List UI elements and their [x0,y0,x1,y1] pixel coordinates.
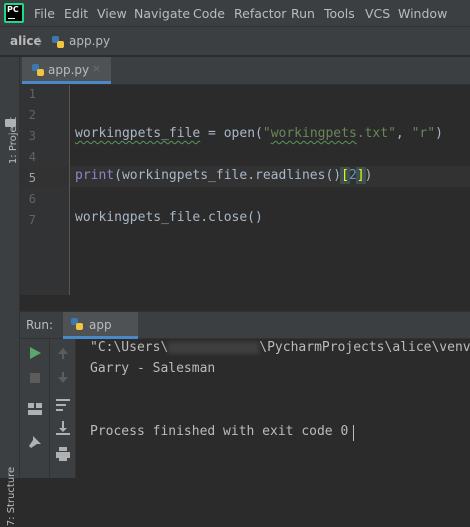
pin-tab-icon[interactable] [28,435,42,449]
code-separator: , [395,126,412,141]
console-line-exit: Process finished with exit code 0 [90,424,349,439]
code-function: open( [223,126,263,141]
code-string: "r" [411,126,436,141]
console-path-end: \PycharmProjects\alice\venv [259,340,470,355]
menu-refactor[interactable]: Refactor [234,6,286,21]
editor-bottom-area [20,295,470,312]
console-line-command: "C:\Users\ \PycharmProjects\alice\venv [90,340,470,355]
console-line-output: Garry - Salesman [90,361,216,376]
code-line-3: workingpets_file = open("workingpets.txt… [75,126,443,141]
scroll-to-end-icon[interactable] [56,421,70,435]
code-paren: ) [435,126,443,141]
menu-run[interactable]: Run [291,6,315,21]
line-number: 7 [28,213,36,227]
line-number: 3 [28,129,36,143]
gutter-divider [69,85,70,295]
code-line-7: workingpets_file.close() [75,210,263,225]
code-number: 2 [348,168,357,183]
console-path-start: "C:\Users\ [90,340,169,355]
menu-window[interactable]: Window [398,6,447,21]
project-tool-button[interactable]: 1: Project [2,117,19,165]
pycharm-logo-icon: PC [4,3,24,23]
line-number: 5 [28,171,36,185]
line-number: 6 [28,192,36,206]
menu-file[interactable]: File [34,6,55,21]
breadcrumb-file[interactable]: app.py [69,34,110,48]
menu-vcs[interactable]: VCS [365,6,390,21]
editor-tab-label: app.py [48,63,90,77]
code-editor[interactable] [70,85,470,295]
up-arrow-icon[interactable] [57,347,69,359]
code-string: "workingpets.txt" [262,126,396,141]
breadcrumb-separator-icon: 〉 [37,35,50,49]
rerun-icon[interactable] [29,347,41,359]
tab-close-icon[interactable]: × [92,62,101,75]
print-icon[interactable] [56,447,70,461]
code-string-typo: workingpets [270,126,357,141]
line-number: 4 [28,150,36,164]
code-expression: (workingpets_file.readlines() [114,168,342,183]
down-arrow-icon[interactable] [57,372,69,384]
code-variable: workingpets_file [75,126,201,141]
console-caret [353,425,354,441]
console-output[interactable] [76,339,470,478]
python-run-icon [71,318,83,330]
restore-layout-icon[interactable] [28,403,42,415]
redacted-username [168,341,260,354]
code-line-5: print(workingpets_file.readlines()[2]) [75,167,373,184]
menu-view[interactable]: View [97,6,127,21]
python-file-icon [32,64,44,76]
console-toolbar [50,339,76,478]
menu-tools[interactable]: Tools [324,6,355,21]
code-operator: = [200,126,224,141]
line-number: 2 [28,108,36,122]
brace-match: [ [340,167,350,184]
stop-icon[interactable] [30,373,40,383]
soft-wrap-icon[interactable] [56,397,70,411]
run-tab-label: app [89,318,112,332]
line-number: 1 [28,87,36,101]
menu-code[interactable]: Code [193,6,225,21]
menu-edit[interactable]: Edit [64,6,88,21]
menu-navigate[interactable]: Navigate [134,6,190,21]
run-toolbar [20,339,50,478]
code-paren: ) [364,168,373,183]
run-panel-title: Run: [26,318,54,332]
folder-icon [5,119,16,127]
structure-tool-label: 7: Structure [6,466,18,527]
code-builtin: print [75,168,115,183]
structure-tool-button[interactable]: 7: Structure [2,467,18,527]
brace-match: ] [355,167,366,184]
python-file-icon [52,36,64,48]
left-tool-stripe: 1: Project 7: Structure [0,57,20,526]
